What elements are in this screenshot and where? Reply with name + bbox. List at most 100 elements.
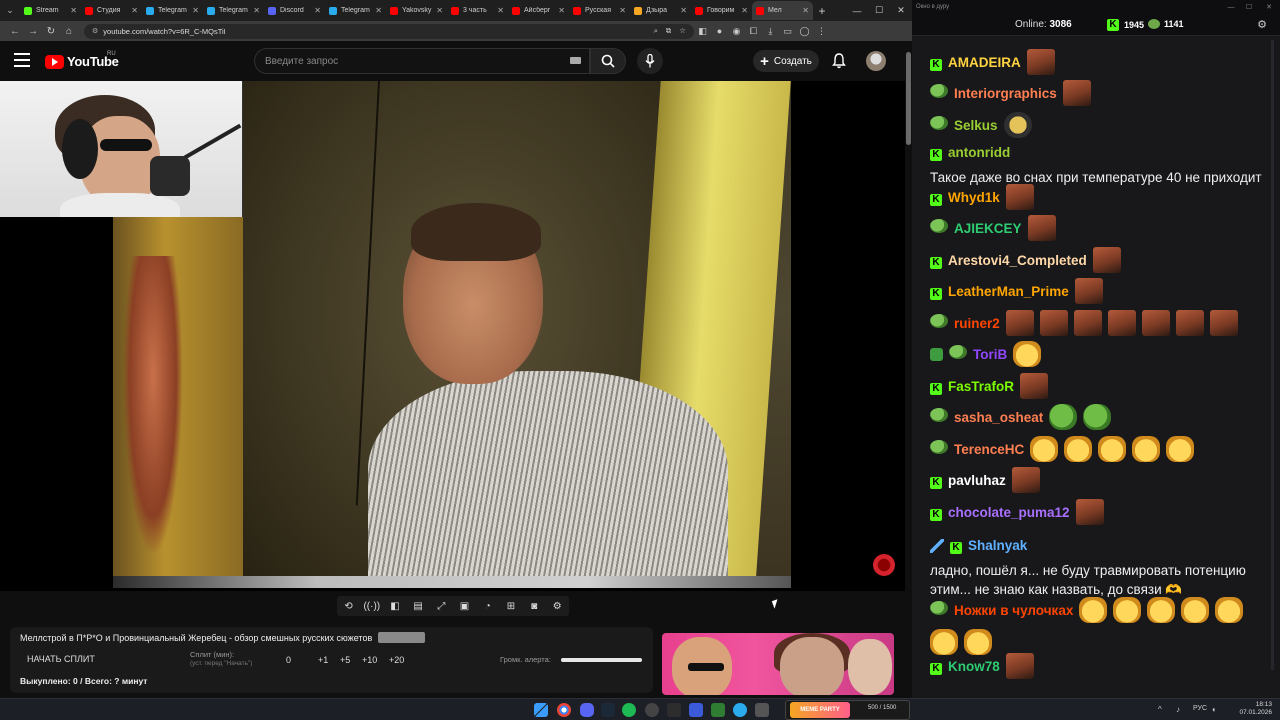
app-icon[interactable] [667,703,681,717]
tab-close-icon[interactable]: ✕ [802,6,809,15]
tray-mic-icon[interactable]: ♪ [1176,705,1180,714]
terminal-icon[interactable] [755,703,769,717]
chat-scrollbar[interactable] [1271,40,1274,670]
chat-username[interactable]: TerenceHC [954,440,1024,459]
tab-close-icon[interactable]: ✕ [375,6,382,15]
discord-icon[interactable] [580,703,594,717]
add-icon[interactable]: ⊞ [502,599,520,613]
record-extension-icon[interactable]: ◉ [728,26,745,37]
tab-8[interactable]: Айсберг ✕ [508,1,569,20]
speed-icon[interactable]: ◔ [479,599,497,613]
chat-minimize-button[interactable]: — [1222,0,1240,14]
broadcast-icon[interactable]: ((·)) [363,599,381,613]
extension-dot-icon[interactable]: ● [711,26,728,36]
chat-username[interactable]: Know78 [948,657,1000,676]
zoom-icon[interactable]: ⌕ [654,26,658,36]
tab-11[interactable]: Говорим ✕ [691,1,752,20]
menu-icon[interactable] [14,53,30,67]
title-tag[interactable] [378,632,425,643]
chat-username[interactable]: Shalnyak [968,536,1027,555]
tab-close-icon[interactable]: ✕ [741,6,748,15]
steam-icon[interactable] [601,703,615,717]
chat-settings-icon[interactable]: ⚙ [1255,18,1269,32]
volume-icon[interactable]: ◐ [1212,705,1217,714]
chat-username[interactable]: antonridd [948,143,1010,162]
settings-gear-icon[interactable]: ⚙ [548,599,566,613]
tab-close-icon[interactable]: ✕ [436,6,443,15]
tab-close-icon[interactable]: ✕ [497,6,504,15]
split-minutes-input[interactable]: 0 [286,655,291,665]
tab-4[interactable]: Discord ✕ [264,1,325,20]
tab-close-icon[interactable]: ✕ [314,6,321,15]
chat-maximize-button[interactable]: ☐ [1240,0,1258,14]
tab-close-icon[interactable]: ✕ [192,6,199,15]
spotify-icon[interactable] [622,703,636,717]
alert-volume-slider[interactable] [561,658,642,662]
chat-username[interactable]: AMADEIRA [948,53,1021,72]
add-10-button[interactable]: +10 [362,655,377,665]
chat-username[interactable]: ruiner2 [954,314,1000,333]
ad-banner[interactable] [662,633,894,695]
screen-share-icon[interactable]: ⧉ [666,26,671,36]
tab-close-icon[interactable]: ✕ [558,6,565,15]
add-20-button[interactable]: +20 [389,655,404,665]
chat-message-list[interactable]: K AMADEIRA Interiorgraphics Selkus Kantonrid… [912,37,1280,698]
close-window-button[interactable]: ✕ [890,0,912,21]
sidebar-icon[interactable]: ▭ [779,26,796,37]
create-button[interactable]: + Создать [753,50,819,72]
tab-search-button[interactable]: ⌄ [0,0,20,21]
tab-10[interactable]: Дзыра ✕ [630,1,691,20]
chrome-icon[interactable] [557,703,571,717]
menu-dots-icon[interactable]: ⋮ [813,26,830,37]
back-button[interactable]: ← [6,26,24,37]
loop-icon[interactable]: ⟲ [340,599,358,613]
tab-1[interactable]: Студия ✕ [81,1,142,20]
search-input[interactable]: Введите запрос [254,48,590,74]
minimize-button[interactable]: — [846,0,868,21]
tab-close-icon[interactable]: ✕ [131,6,138,15]
chat-close-button[interactable]: ✕ [1260,0,1278,14]
screenshot-icon[interactable]: ◙ [525,599,543,613]
tab-close-icon[interactable]: ✕ [70,6,77,15]
tab-0[interactable]: Stream ✕ [20,1,81,20]
tab-close-icon[interactable]: ✕ [619,6,626,15]
obs-icon[interactable] [645,703,659,717]
chat-username[interactable]: LeatherMan_Prime [948,282,1069,301]
url-field[interactable]: ⚙ youtube.com/watch?v=6R_C-MQsTiI ⌕ ⧉ ☆ [84,23,694,39]
chat-username[interactable]: Interiorgraphics [954,84,1057,103]
start-split-button[interactable]: НАЧАТЬ СПЛИТ [27,654,95,664]
keyboard-language[interactable]: РУС [1193,705,1207,712]
tab-9[interactable]: Русская ✕ [569,1,630,20]
youtube-logo[interactable]: YouTube RU [45,51,119,69]
windows-start-icon[interactable] [534,703,548,717]
tab-3[interactable]: Telegram ✕ [203,1,264,20]
mini-player-icon[interactable]: ▣ [456,599,474,613]
tab-close-icon[interactable]: ✕ [253,6,260,15]
tab-2[interactable]: Telegram ✕ [142,1,203,20]
voice-search-button[interactable] [637,48,663,74]
video-player[interactable] [0,81,905,591]
add-1-button[interactable]: +1 [318,655,328,665]
chat-username[interactable]: chocolate_puma12 [948,503,1070,522]
new-tab-button[interactable]: + [813,4,831,18]
chat-username[interactable]: pavluhaz [948,471,1006,490]
chat-username[interactable]: Ножки в чулочках [954,601,1073,620]
telegram-icon[interactable] [733,703,747,717]
tray-chevron-icon[interactable]: ^ [1158,705,1162,714]
chat-username[interactable]: AJIEKCEY [954,219,1022,238]
tab-5[interactable]: Telegram ✕ [325,1,386,20]
maximize-button[interactable]: ☐ [868,0,890,21]
home-button[interactable]: ⌂ [60,26,78,37]
profile-icon[interactable]: ◯ [796,26,813,37]
download-icon[interactable]: ⤓ [762,26,779,37]
chat-username[interactable]: Selkus [954,116,998,135]
tab-12[interactable]: Мел ✕ [752,1,813,20]
keyboard-icon[interactable] [570,57,581,64]
watch-later-icon[interactable]: ◧ [386,599,404,613]
forward-button[interactable]: → [24,26,42,37]
extensions-icon[interactable]: ◧ [694,26,711,37]
chat-username[interactable]: ToriB [973,345,1007,364]
chat-username[interactable]: FasTrafoR [948,377,1014,396]
page-scrollbar-thumb[interactable] [906,52,911,145]
chat-username[interactable]: Arestovi4_Completed [948,251,1087,270]
